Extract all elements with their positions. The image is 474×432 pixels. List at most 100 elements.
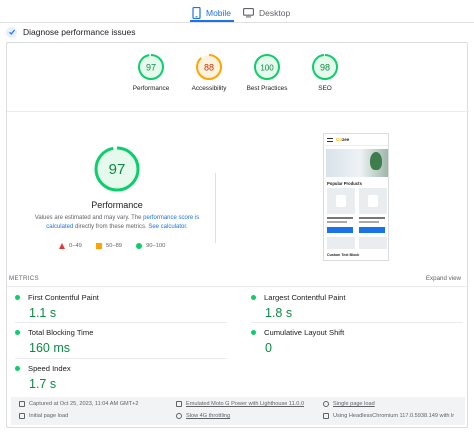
note-text-1: Values are estimated and may vary. The <box>34 215 144 221</box>
metrics-header: METRICS <box>9 275 39 282</box>
thumbnail-text-line <box>359 221 379 223</box>
thumbnail-product-image <box>327 188 355 214</box>
shirt-image <box>336 195 346 207</box>
menu-icon <box>327 137 333 142</box>
emulated-device-text: Emulated Moto G Power with Lighthouse 11… <box>186 401 305 407</box>
gauge-ring: 98 <box>312 54 338 80</box>
good-circle-icon <box>15 366 20 371</box>
divider <box>7 111 469 112</box>
metric-largest-contentful-paint: Largest Contentful Paint 1.8 s <box>251 293 461 320</box>
performance-score: 97 <box>109 161 126 178</box>
gauge-value: 88 <box>204 63 214 73</box>
legend-good: 90–100 <box>136 243 165 249</box>
metric-first-contentful-paint: First Contentful Paint 1.1 s <box>15 293 225 320</box>
good-circle-icon <box>15 330 20 335</box>
gauge-ring: 100 <box>254 54 280 80</box>
gauge-ring: 97 <box>138 54 164 80</box>
page-icon <box>19 413 25 419</box>
score-gauges: 97 Performance 88 Accessibility 100 Best… <box>7 53 469 103</box>
see-calculator-link[interactable]: See calculator. <box>148 224 187 230</box>
metric-speed-index: Speed Index 1.7 s <box>15 364 225 391</box>
logo-rest: zee <box>342 137 350 142</box>
plant-image <box>370 152 382 170</box>
thumbnail-popular-heading: Popular Products <box>327 181 362 186</box>
thumbnail-text-line <box>359 217 385 219</box>
tabs-divider <box>0 22 474 23</box>
single-page-load[interactable]: Single page load <box>323 401 375 407</box>
tab-mobile-label: Mobile <box>206 7 232 18</box>
single-page-load-text: Single page load <box>333 401 375 407</box>
average-square-icon <box>95 243 102 249</box>
thumbnail-product-image <box>359 237 387 249</box>
good-circle-icon <box>251 295 256 300</box>
metric-value: 1.7 s <box>29 377 57 391</box>
poor-triangle-icon <box>59 243 65 249</box>
good-circle-icon <box>136 243 143 249</box>
thumbnail-logo: Cozee <box>336 137 349 142</box>
gauge-label: Accessibility <box>191 85 227 92</box>
gauge-ring: 88 <box>196 54 222 80</box>
browser-info: Using HeadlessChromium 117.0.5938.149 wi… <box>323 413 454 419</box>
gauge-value: 100 <box>260 64 274 73</box>
expand-view-toggle[interactable]: Expand view <box>426 275 461 282</box>
legend-poor: 0–49 <box>59 243 82 249</box>
browser-icon <box>323 413 329 419</box>
gauge-performance[interactable]: 97 Performance <box>119 53 183 92</box>
timer-icon <box>323 401 329 407</box>
thumbnail-product-image <box>327 237 355 249</box>
captured-at: Captured at Oct 25, 2023, 11:04 AM GMT+2 <box>19 401 139 407</box>
gauge-seo[interactable]: 98 SEO <box>293 53 357 92</box>
performance-gauge: 97 <box>94 146 140 192</box>
thumbnail-product-image <box>359 188 387 214</box>
phone-icon <box>192 6 201 19</box>
tab-desktop[interactable]: Desktop <box>243 3 290 22</box>
monitor-icon <box>243 7 254 17</box>
metric-name: Total Blocking Time <box>28 328 94 337</box>
gauge-label: Performance <box>132 85 170 92</box>
legend-good-label: 90–100 <box>146 243 166 249</box>
performance-title: Performance <box>91 200 143 210</box>
thumbnail-button <box>359 227 385 233</box>
note-text-2: directly from these metrics. <box>73 223 149 230</box>
network-icon <box>176 413 182 419</box>
good-circle-icon <box>251 330 256 335</box>
emulated-device[interactable]: Emulated Moto G Power with Lighthouse 11… <box>176 401 304 407</box>
shirt-image <box>368 195 378 207</box>
device-icon <box>176 401 182 407</box>
thumbnail-text-line <box>327 221 347 223</box>
browser-info-text: Using HeadlessChromium 117.0.5938.149 wi… <box>333 413 455 419</box>
metric-name: First Contentful Paint <box>28 293 99 302</box>
initial-page-load: Initial page load <box>19 413 68 419</box>
vertical-divider <box>215 173 216 243</box>
calendar-icon <box>19 401 25 407</box>
network-throttling[interactable]: Slow 4G throttling <box>176 413 230 419</box>
thumbnail-button <box>327 227 353 233</box>
metric-total-blocking-time: Total Blocking Time 160 ms <box>15 328 225 355</box>
metric-value: 0 <box>265 341 272 355</box>
page-screenshot-thumbnail[interactable]: Cozee Popular Products Custom Text Block <box>323 133 389 261</box>
device-tabs: Mobile Desktop <box>0 0 474 22</box>
metric-name: Cumulative Layout Shift <box>264 328 345 337</box>
legend-poor-label: 0–49 <box>69 243 82 249</box>
runtime-settings: Captured at Oct 25, 2023, 11:04 AM GMT+2… <box>11 397 465 425</box>
divider <box>15 358 227 359</box>
gauge-accessibility[interactable]: 88 Accessibility <box>177 53 241 92</box>
diagnose-icon <box>6 26 17 38</box>
legend-average: 50–89 <box>95 243 123 249</box>
gauge-value: 97 <box>146 63 156 73</box>
metric-value: 1.1 s <box>29 306 57 320</box>
good-circle-icon <box>15 295 20 300</box>
metric-name: Largest Contentful Paint <box>264 293 346 302</box>
tab-desktop-label: Desktop <box>259 7 291 18</box>
metric-value: 160 ms <box>29 341 70 355</box>
gauge-label: SEO <box>318 85 332 92</box>
initial-page-load-text: Initial page load <box>29 413 69 419</box>
diagnose-header: Diagnose performance issues <box>6 24 135 40</box>
diagnose-title: Diagnose performance issues <box>23 27 136 37</box>
metric-cumulative-layout-shift: Cumulative Layout Shift 0 <box>251 328 461 355</box>
gauge-value: 98 <box>320 63 330 73</box>
legend-average-label: 50–89 <box>105 243 123 249</box>
performance-note: Values are estimated and may vary. The p… <box>21 214 213 231</box>
gauge-best-practices[interactable]: 100 Best Practices <box>235 53 299 92</box>
thumbnail-footer-text: Custom Text Block <box>327 253 360 257</box>
